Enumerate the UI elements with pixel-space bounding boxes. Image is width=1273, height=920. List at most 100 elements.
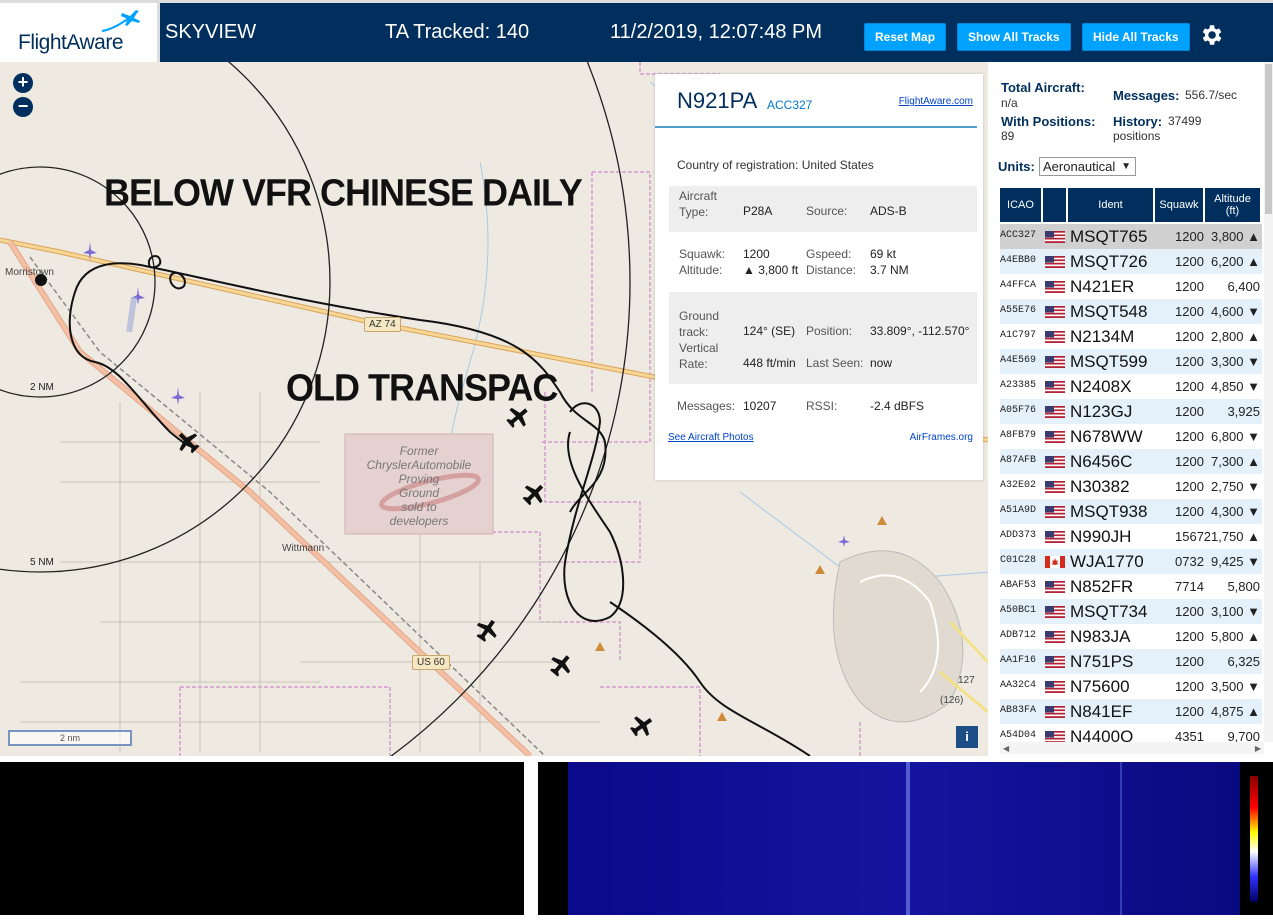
map-scale-bar: 2 nm: [8, 730, 132, 746]
cell-icao: A51A9D: [1000, 505, 1037, 516]
squawk-block: Squawk: 1200 Gspeed: 69 kt Altitude: ▲ 3…: [669, 240, 977, 288]
table-row[interactable]: A23385 N2408X 1200 4,850 ▼: [1000, 374, 1262, 399]
us-flag-icon: [1045, 506, 1065, 518]
column-header-icao[interactable]: ICAO: [1000, 188, 1043, 222]
cell-altitude: 6,325: [1227, 654, 1260, 669]
table-row[interactable]: ADB712 N983JA 1200 5,800 ▲: [1000, 624, 1262, 649]
table-row[interactable]: ABAF53 N852FR 7714 5,800: [1000, 574, 1262, 599]
table-row[interactable]: A87AFB N6456C 1200 7,300 ▲: [1000, 449, 1262, 474]
table-row[interactable]: AA1F16 N751PS 1200 6,325: [1000, 649, 1262, 674]
table-row[interactable]: A4E569 MSQT599 1200 3,300 ▼: [1000, 349, 1262, 374]
table-row[interactable]: A1C797 N2134M 1200 2,800 ▲: [1000, 324, 1262, 349]
reset-map-button[interactable]: Reset Map: [864, 23, 947, 51]
cell-icao: ADB712: [1000, 630, 1037, 641]
cell-ident: N841EF: [1070, 702, 1133, 721]
units-label: Units:: [998, 159, 1035, 174]
us-flag-icon: [1045, 481, 1065, 493]
cell-altitude: 3,100 ▼: [1210, 604, 1260, 619]
us-flag-icon: [1045, 706, 1065, 718]
cell-squawk: 0732: [1175, 554, 1204, 569]
us-flag-icon: [1045, 381, 1065, 393]
scroll-left-icon[interactable]: ◀: [1003, 744, 1009, 753]
popup-divider: [655, 126, 977, 128]
cell-icao: A54D04: [1000, 730, 1037, 741]
aircraft-type-block: Aircraft Type: P28A Source: ADS-B: [669, 186, 977, 232]
cell-icao: ABAF53: [1000, 580, 1037, 591]
canada-flag-icon: [1045, 556, 1065, 568]
horizontal-scrollbar[interactable]: ◀ ▶: [1000, 742, 1264, 754]
map-info-button[interactable]: i: [956, 726, 978, 748]
poi-proving-ground: Former ChryslerAutomobile Proving Ground…: [350, 444, 488, 528]
units-select[interactable]: Aeronautical ▼: [1039, 157, 1136, 176]
cell-icao: AA32C4: [1000, 680, 1037, 691]
cell-icao: A4EBB0: [1000, 255, 1037, 266]
table-row[interactable]: C01C28 WJA1770 0732 9,425 ▼: [1000, 549, 1262, 574]
position-label: Position:: [806, 324, 853, 338]
table-row[interactable]: A50BC1 MSQT734 1200 3,100 ▼: [1000, 599, 1262, 624]
cell-icao: A32E02: [1000, 480, 1037, 491]
table-row[interactable]: AA32C4 N75600 1200 3,500 ▼: [1000, 674, 1262, 699]
cell-squawk: 1200: [1175, 604, 1204, 619]
column-header-squawk[interactable]: Squawk: [1155, 188, 1205, 222]
us-flag-icon: [1045, 231, 1065, 243]
table-row[interactable]: A8FB79 N678WW 1200 6,800 ▼: [1000, 424, 1262, 449]
table-row[interactable]: A51A9D MSQT938 1200 4,300 ▼: [1000, 499, 1262, 524]
flightaware-logo[interactable]: FlightAware: [0, 3, 160, 62]
waterfall-spectrum: [538, 762, 1273, 915]
annotation-below-vfr: BELOW VFR CHINESE DAILY: [104, 170, 583, 214]
column-header-ident[interactable]: Ident: [1068, 188, 1155, 222]
tracked-count: TA Tracked: 140: [385, 21, 530, 43]
road-shield-az74: AZ 74: [364, 317, 401, 332]
us-flag-icon: [1045, 681, 1065, 693]
us-flag-icon: [1045, 656, 1065, 668]
cell-altitude: 3,925: [1227, 404, 1260, 419]
source-label: Source:: [806, 204, 848, 218]
position-value: 33.809°, -112.570°: [870, 324, 970, 338]
history-value: 37499: [1168, 114, 1202, 128]
vertical-rate-label: Vertical Rate:: [679, 341, 719, 371]
cell-altitude: 21,750 ▲: [1203, 529, 1260, 544]
table-row[interactable]: A4EBB0 MSQT726 1200 6,200 ▲: [1000, 249, 1262, 274]
cell-altitude: 4,300 ▼: [1210, 504, 1260, 519]
cell-squawk: 1200: [1175, 329, 1204, 344]
table-row[interactable]: ACC327 MSQT765 1200 3,800 ▲: [1000, 224, 1262, 249]
gear-icon[interactable]: [1198, 22, 1224, 48]
country-value: United States: [801, 158, 874, 172]
column-header-altitude[interactable]: Altitude (ft): [1205, 188, 1262, 222]
cell-squawk: 1200: [1175, 679, 1204, 694]
cell-ident: MSQT765: [1070, 227, 1148, 246]
cell-ident: N678WW: [1070, 427, 1143, 446]
table-row[interactable]: AB83FA N841EF 1200 4,875 ▲: [1000, 699, 1262, 724]
bottom-left-canvas: [0, 762, 524, 915]
show-all-tracks-button[interactable]: Show All Tracks: [957, 23, 1071, 51]
table-row[interactable]: A55E76 MSQT548 1200 4,600 ▼: [1000, 299, 1262, 324]
cell-icao: ADD373: [1000, 530, 1037, 541]
table-row[interactable]: ADD373 N990JH 1567 21,750 ▲: [1000, 524, 1262, 549]
road-label-127: 127: [958, 675, 975, 686]
cell-ident: MSQT599: [1070, 352, 1148, 371]
us-flag-icon: [1045, 456, 1065, 468]
scrollbar-thumb[interactable]: [1265, 64, 1272, 214]
us-flag-icon: [1045, 281, 1065, 293]
zoom-out-button[interactable]: −: [13, 97, 33, 117]
vertical-rate-value: 448 ft/min: [743, 356, 796, 370]
altitude-header-unit: (ft): [1225, 205, 1240, 217]
table-row[interactable]: A32E02 N30382 1200 2,750 ▼: [1000, 474, 1262, 499]
us-flag-icon: [1045, 631, 1065, 643]
table-row[interactable]: A4FFCA N421ER 1200 6,400: [1000, 274, 1262, 299]
column-header-flag[interactable]: [1043, 188, 1068, 222]
zoom-in-button[interactable]: +: [13, 73, 33, 93]
airframes-link[interactable]: AirFrames.org: [910, 432, 973, 443]
app-name: SKYVIEW: [165, 21, 257, 43]
cell-ident: N30382: [1070, 477, 1130, 496]
cell-squawk: 1200: [1175, 704, 1204, 719]
flightaware-link[interactable]: FlightAware.com: [899, 96, 973, 107]
cell-altitude: 5,800 ▲: [1210, 629, 1260, 644]
cell-icao: A4FFCA: [1000, 280, 1037, 291]
vertical-scrollbar[interactable]: [1264, 62, 1273, 742]
hide-all-tracks-button[interactable]: Hide All Tracks: [1082, 23, 1190, 51]
scroll-right-icon[interactable]: ▶: [1255, 744, 1261, 753]
aircraft-photos-link[interactable]: See Aircraft Photos: [668, 432, 754, 443]
cell-icao: A55E76: [1000, 305, 1037, 316]
table-row[interactable]: A05F76 N123GJ 1200 3,925: [1000, 399, 1262, 424]
